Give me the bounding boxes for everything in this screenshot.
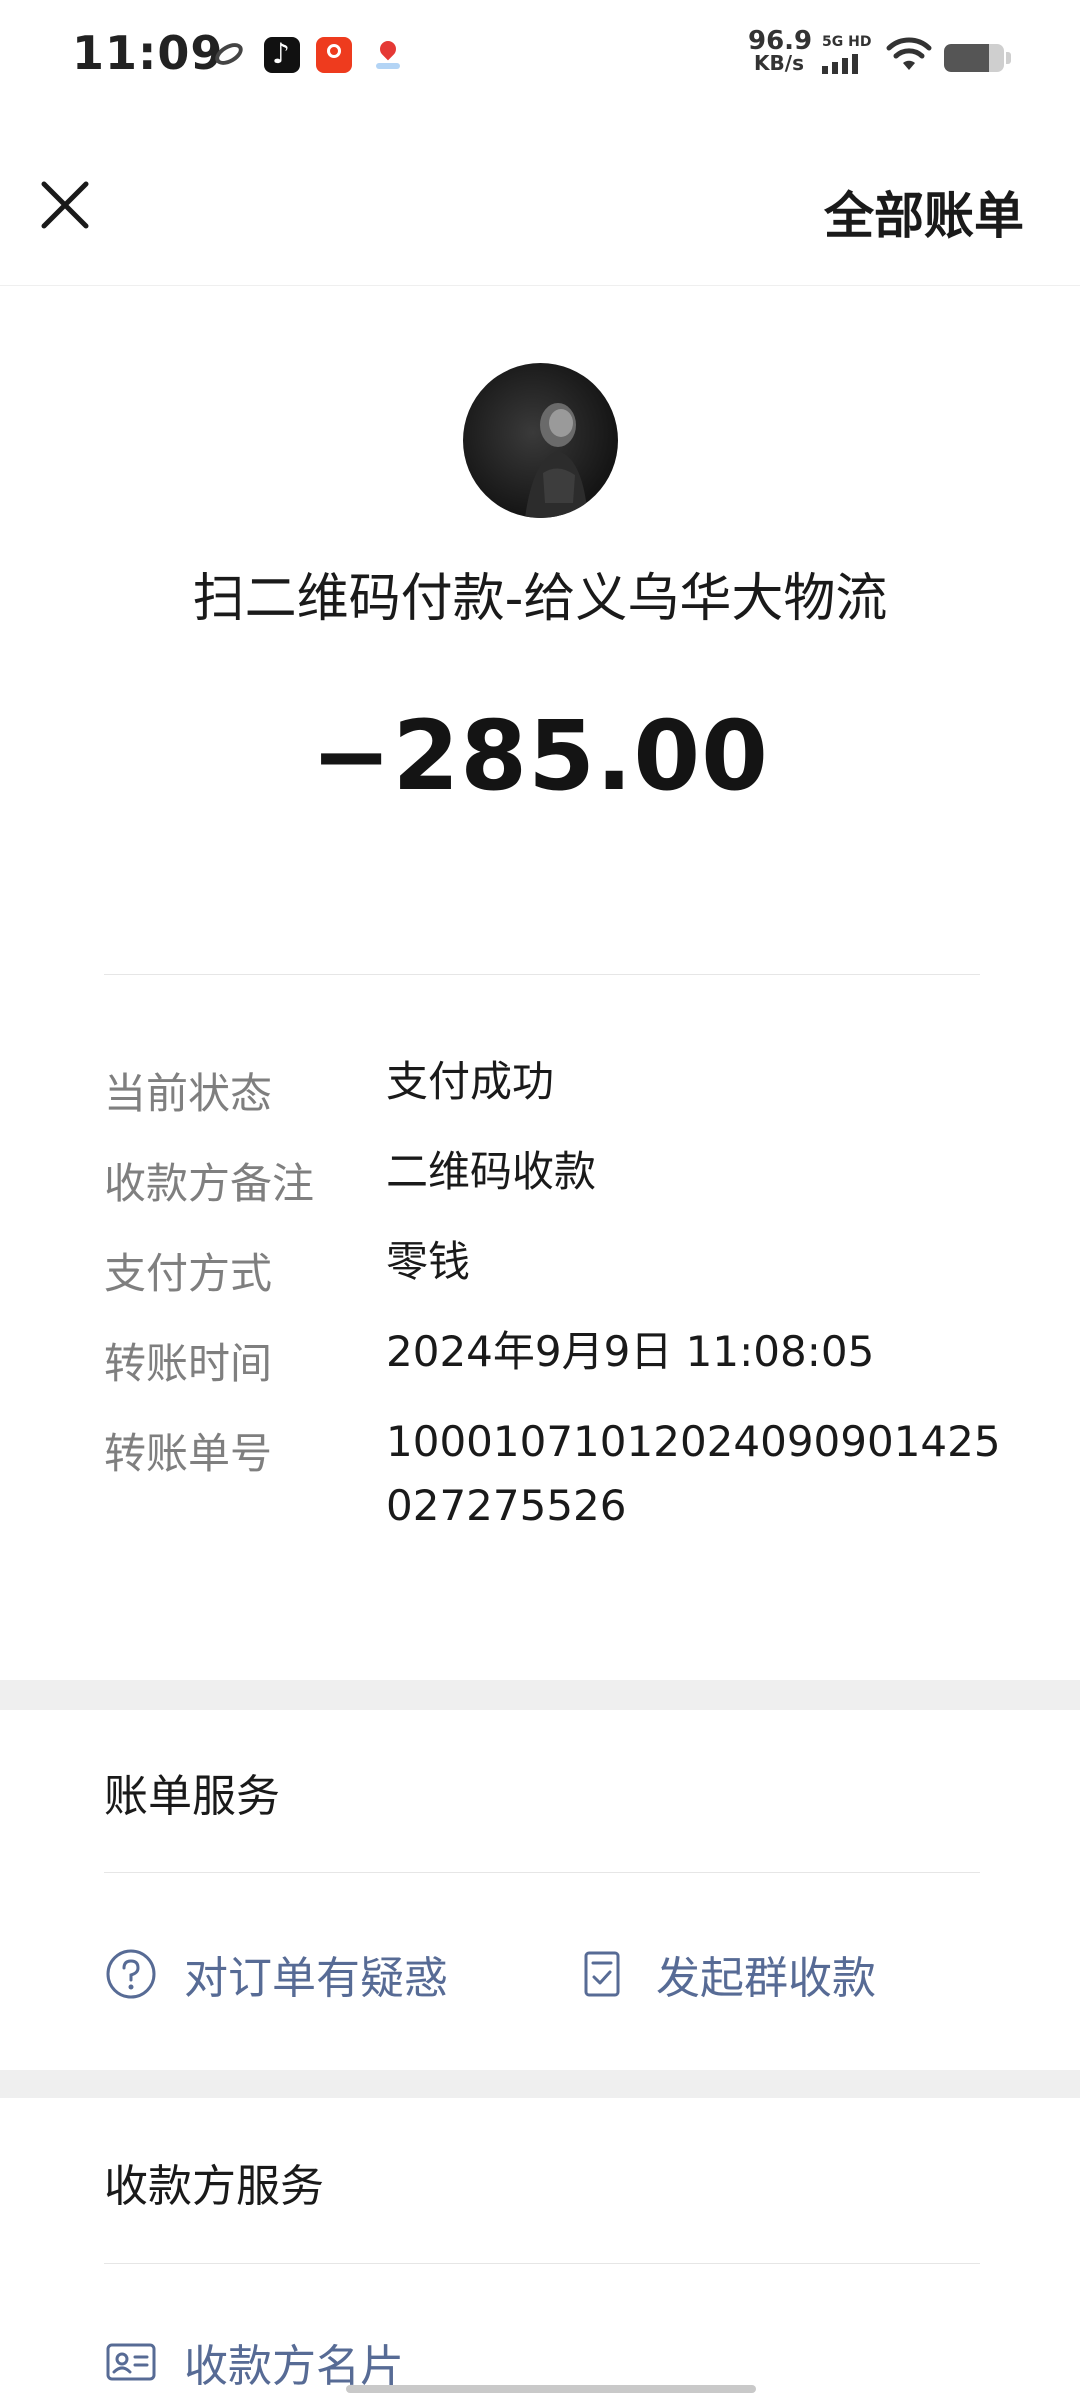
status-bar: 11:09 96.9 KB/s 5G HD <box>0 0 1080 115</box>
detail-label: 转账时间 <box>104 1339 273 1388</box>
detail-label: 支付方式 <box>104 1249 273 1298</box>
detail-label: 转账单号 <box>104 1429 273 1478</box>
network-speed-unit: KB/s <box>754 51 804 75</box>
section-separator <box>0 2070 1080 2098</box>
detail-value: 2024年9月9日 11:08:05 <box>386 1327 875 1376</box>
payee-avatar <box>463 363 618 518</box>
order-question-link[interactable]: 对订单有疑惑 <box>104 1942 448 2006</box>
detail-label: 收款方备注 <box>104 1159 315 1208</box>
section-separator <box>0 1680 1080 1710</box>
battery-level-fill <box>944 44 989 72</box>
group-collect-label: 发起群收款 <box>656 1953 876 2004</box>
close-icon[interactable] <box>30 170 100 240</box>
link-app-icon <box>212 37 248 73</box>
network-type-label: 5G HD <box>822 34 872 50</box>
detail-value: 支付成功 <box>386 1057 555 1106</box>
taobao-icon <box>316 37 352 73</box>
battery-icon <box>944 44 1004 72</box>
divider <box>104 1872 980 1873</box>
order-question-label: 对订单有疑惑 <box>184 1953 448 2004</box>
detail-label: 当前状态 <box>104 1069 273 1118</box>
detail-value: 零钱 <box>386 1237 471 1286</box>
payee-services-title: 收款方服务 <box>104 2161 324 2212</box>
group-collect-icon <box>584 1951 620 1997</box>
divider <box>104 2263 980 2264</box>
payment-amount: −285.00 <box>311 700 769 812</box>
all-bills-button[interactable]: 全部账单 <box>824 176 1024 248</box>
bill-services-title: 账单服务 <box>104 1771 280 1822</box>
divider <box>104 974 980 975</box>
cellular-signal-icon: 5G HD <box>822 34 872 78</box>
bill-detail-screen: 11:09 96.9 KB/s 5G HD 全部账单 <box>0 0 1080 2400</box>
map-pin-app-icon <box>370 37 406 73</box>
network-speed-value: 96.9 <box>748 26 813 56</box>
payee-title: 扫二维码付款-给义乌华大物流 <box>192 569 888 629</box>
group-collect-link[interactable]: 发起群收款 <box>576 1942 876 2006</box>
status-time: 11:09 <box>72 26 224 80</box>
detail-value[interactable]: 10001071012024090901425 027275526 <box>386 1410 1001 1538</box>
transfer-number-line-2: 027275526 <box>386 1481 627 1530</box>
nav-bar: 全部账单 <box>0 130 1080 286</box>
question-icon <box>106 1949 156 1999</box>
network-speed: 96.9 KB/s <box>748 26 813 75</box>
business-card-icon <box>106 2343 156 2381</box>
battery-tip <box>1006 52 1011 64</box>
detail-value: 二维码收款 <box>386 1147 597 1196</box>
home-indicator[interactable] <box>346 2385 756 2393</box>
tiktok-icon <box>264 37 300 73</box>
wifi-icon <box>886 37 932 70</box>
transfer-number-line-1: 10001071012024090901425 <box>386 1417 1001 1466</box>
